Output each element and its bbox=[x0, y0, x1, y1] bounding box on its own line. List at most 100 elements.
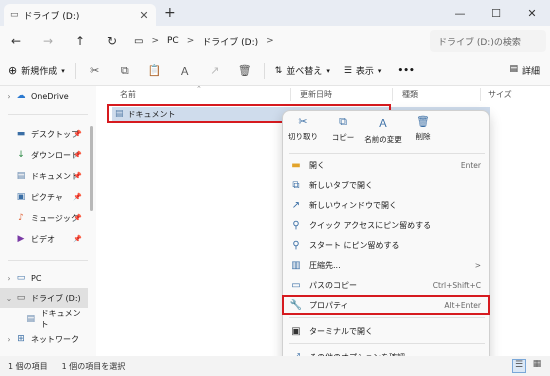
sidebar-scrollbar[interactable] bbox=[90, 126, 93, 211]
back-button[interactable]: ← bbox=[0, 34, 32, 48]
sidebar-item-music[interactable]: ♪ ミュージック 📌 bbox=[0, 208, 88, 228]
sort-button[interactable]: ⇅ 並べ替え ▾ bbox=[275, 64, 330, 78]
cut-icon: ✂ bbox=[298, 115, 308, 128]
sidebar-item-label: ドライブ (D:) bbox=[31, 293, 81, 303]
drive-icon: ▭ bbox=[10, 10, 19, 20]
sidebar-item-onedrive[interactable]: › ☁ OneDrive bbox=[0, 86, 88, 106]
copy-icon: ⧉ bbox=[339, 115, 347, 128]
column-divider[interactable] bbox=[290, 88, 291, 101]
sidebar-item-documents[interactable]: ▤ ドキュメント 📌 bbox=[0, 166, 88, 186]
context-cut-button[interactable]: ✂ 切り取り bbox=[283, 115, 323, 151]
context-menu-divider bbox=[289, 153, 485, 154]
paste-button[interactable]: 📋 bbox=[140, 64, 170, 77]
context-open-new-tab[interactable]: ⧉ 新しいタブで開く bbox=[283, 175, 491, 195]
up-button[interactable]: ↑ bbox=[64, 34, 96, 48]
more-options-button[interactable]: ••• bbox=[397, 66, 414, 76]
pin-icon: ⚲ bbox=[292, 239, 300, 251]
item-count: 1 個の項目 bbox=[8, 361, 48, 371]
rename-button[interactable]: Ａ bbox=[170, 63, 200, 79]
share-button[interactable]: ↗ bbox=[200, 64, 230, 77]
details-button[interactable]: ▤ 詳細 bbox=[509, 64, 540, 77]
sidebar-item-pc[interactable]: › ▭ PC bbox=[0, 268, 88, 288]
details-view-button[interactable]: ☰ bbox=[512, 359, 526, 373]
minimize-button[interactable]: — bbox=[442, 0, 478, 26]
context-copy-path[interactable]: ▭ パスのコピー Ctrl+Shift+C bbox=[283, 275, 491, 295]
new-label: 新規作成 bbox=[21, 67, 58, 77]
refresh-button[interactable]: ↻ bbox=[96, 34, 128, 48]
status-bar: 1 個の項目 1 個の項目を選択 ☰ ▦ bbox=[0, 356, 550, 376]
chevron-down-icon: ▾ bbox=[61, 66, 65, 75]
context-copy-button[interactable]: ⧉ コピー bbox=[323, 115, 363, 151]
column-divider[interactable] bbox=[480, 88, 481, 101]
sidebar-item-network[interactable]: › ⊞ ネットワーク bbox=[0, 329, 88, 349]
search-input[interactable]: ドライブ (D:)の検索 bbox=[430, 30, 546, 52]
new-tab-button[interactable]: + bbox=[164, 5, 176, 21]
tiles-view-button[interactable]: ▦ bbox=[530, 359, 544, 373]
sidebar-item-label: ネットワーク bbox=[31, 334, 79, 344]
column-divider[interactable] bbox=[392, 88, 393, 101]
breadcrumb-separator: > bbox=[186, 36, 195, 46]
context-open-new-window[interactable]: ↗ 新しいウィンドウで開く bbox=[283, 195, 491, 215]
sidebar-item-drive-documents[interactable]: ▤ ドキュメント bbox=[0, 309, 88, 329]
context-compress[interactable]: ▥ 圧縮先... > bbox=[283, 255, 491, 275]
chevron-down-icon: ▾ bbox=[326, 66, 330, 75]
new-button[interactable]: ⊕ 新規作成 ▾ bbox=[8, 64, 65, 77]
context-cut-label: 切り取り bbox=[288, 132, 318, 141]
sidebar-item-videos[interactable]: ▶ ビデオ 📌 bbox=[0, 229, 88, 249]
view-button[interactable]: ☰ 表示 ▾ bbox=[344, 64, 382, 78]
chevron-right-icon[interactable]: › bbox=[4, 92, 14, 101]
context-rename-label: 名前の変更 bbox=[364, 135, 402, 144]
column-header-name[interactable]: 名前 bbox=[120, 86, 136, 102]
sidebar-item-desktop[interactable]: ▬ デスクトップ 📌 bbox=[0, 124, 88, 144]
delete-button[interactable]: 🗑 bbox=[230, 64, 260, 77]
music-icon: ♪ bbox=[18, 213, 24, 223]
chevron-down-icon[interactable]: ⌄ bbox=[4, 294, 14, 303]
sidebar-item-drive-d[interactable]: ⌄ ▭ ドライブ (D:) bbox=[0, 288, 88, 308]
view-label: 表示 bbox=[355, 67, 374, 77]
context-copy-label: コピー bbox=[331, 133, 355, 142]
sidebar-item-label: ドキュメント bbox=[40, 309, 81, 329]
context-menu-divider bbox=[289, 317, 485, 318]
selected-count: 1 個の項目を選択 bbox=[61, 361, 126, 371]
sidebar-item-pictures[interactable]: ▣ ピクチャ 📌 bbox=[0, 187, 88, 207]
breadcrumb[interactable]: ▭ > PC > ドライブ (D:) > bbox=[126, 29, 416, 53]
file-name: ドキュメント bbox=[127, 109, 176, 119]
forward-button[interactable]: → bbox=[32, 34, 64, 48]
chevron-down-icon: ▾ bbox=[377, 66, 382, 75]
context-menu-quick-actions: ✂ 切り取り ⧉ コピー Ａ 名前の変更 🗑 削除 bbox=[283, 115, 491, 151]
close-tab-icon[interactable]: ✕ bbox=[138, 9, 150, 22]
column-header-size[interactable]: サイズ bbox=[488, 86, 512, 102]
sidebar-item-label: PC bbox=[31, 273, 42, 283]
cut-button[interactable]: ✂ bbox=[80, 64, 110, 77]
pin-icon: 📌 bbox=[73, 214, 82, 222]
breadcrumb-drive-d[interactable]: ドライブ (D:) bbox=[202, 35, 258, 48]
context-open[interactable]: ▬ 開く Enter bbox=[283, 155, 491, 175]
sort-label: 並べ替え bbox=[286, 67, 323, 77]
chevron-right-icon[interactable]: › bbox=[4, 274, 14, 283]
context-pin-start[interactable]: ⚲ スタート にピン留めする bbox=[283, 235, 491, 255]
copy-button[interactable]: ⧉ bbox=[110, 64, 140, 78]
tab-drive-d[interactable]: ▭ ドライブ (D:) ✕ bbox=[4, 4, 156, 26]
context-pin-quick-access[interactable]: ⚲ クイック アクセスにピン留めする bbox=[283, 215, 491, 235]
sidebar-item-label: ダウンロード bbox=[31, 150, 79, 160]
context-open-terminal[interactable]: ▣ ターミナルで開く bbox=[283, 321, 491, 341]
pin-icon: 📌 bbox=[73, 193, 82, 201]
command-bar: ⊕ 新規作成 ▾ ✂ ⧉ 📋 Ａ ↗ 🗑 ⇅ 並べ替え ▾ ☰ 表示 ▾ •••… bbox=[0, 56, 550, 86]
folder-icon: ▬ bbox=[291, 159, 301, 171]
sidebar-item-downloads[interactable]: ↓ ダウンロード 📌 bbox=[0, 145, 88, 165]
context-delete-button[interactable]: 🗑 削除 bbox=[403, 115, 443, 151]
maximize-button[interactable]: ☐ bbox=[478, 0, 514, 26]
close-window-button[interactable]: ✕ bbox=[514, 0, 550, 26]
chevron-right-icon[interactable]: › bbox=[4, 335, 14, 344]
context-rename-button[interactable]: Ａ 名前の変更 bbox=[363, 115, 403, 151]
computer-icon: ▭ bbox=[16, 273, 26, 283]
tab-title: ドライブ (D:) bbox=[23, 11, 80, 22]
context-open-label: 開く bbox=[309, 160, 325, 170]
column-header-date[interactable]: 更新日時 bbox=[300, 86, 332, 102]
new-tab-icon: ⧉ bbox=[292, 179, 300, 191]
column-header-type[interactable]: 種類 bbox=[402, 86, 418, 102]
breadcrumb-pc[interactable]: PC bbox=[167, 36, 179, 46]
sidebar-item-label: OneDrive bbox=[31, 91, 69, 101]
context-properties[interactable]: 🔧 プロパティ Alt+Enter bbox=[283, 295, 491, 315]
context-copy-path-label: パスのコピー bbox=[309, 280, 357, 290]
